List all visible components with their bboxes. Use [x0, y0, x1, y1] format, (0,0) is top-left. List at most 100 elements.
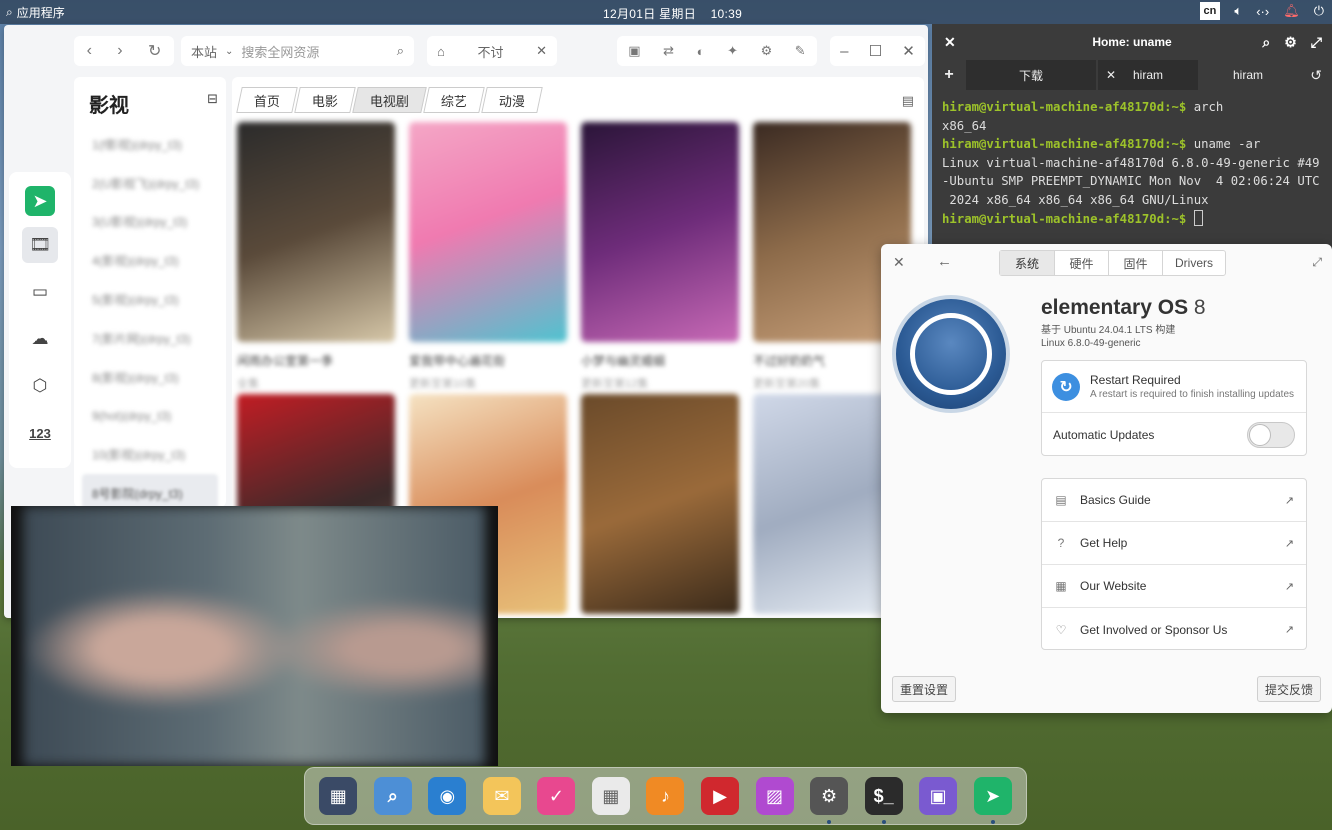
automatic-updates-row: Automatic Updates — [1042, 413, 1306, 457]
reload-icon[interactable]: ↻ — [148, 41, 161, 61]
cloud-icon[interactable]: ☁︎ — [22, 321, 58, 357]
tab-category[interactable]: 动漫 — [481, 87, 543, 113]
poster-image[interactable] — [237, 122, 395, 342]
web-browser-icon[interactable]: ◉ — [428, 777, 467, 815]
close-icon[interactable]: ✕ — [536, 43, 547, 59]
sidebar-item[interactable]: 7(影片网)(drpy_t3) — [82, 319, 218, 358]
trash-icon[interactable]: ⌂ — [437, 44, 445, 59]
sidebar-item[interactable]: 2(U影视飞)(drpy_t3) — [82, 164, 218, 203]
media-card[interactable]: 闲雨办公室第一季 全集 — [237, 122, 395, 394]
fullscreen-icon[interactable]: ⤢ — [1311, 34, 1322, 51]
back-icon[interactable]: ‹ — [87, 42, 92, 60]
sidebar-item[interactable]: 10(影视)(drpy_t3) — [82, 435, 218, 474]
notifications-icon[interactable]: 🔔︎ — [1283, 3, 1300, 19]
photos-icon[interactable]: ▨ — [755, 777, 794, 815]
close-icon[interactable]: ✕ — [1106, 68, 1116, 82]
tab-category[interactable]: 电影 — [294, 87, 356, 113]
search-bar[interactable]: 本站 ⌄ 搜索全网资源 ⌕ — [181, 36, 414, 66]
number-icon[interactable]: 123 — [22, 415, 58, 451]
send-feedback-button[interactable]: 提交反馈 — [1256, 676, 1321, 702]
link-label: Get Help — [1080, 536, 1128, 550]
tab-category[interactable]: 电视剧 — [352, 87, 427, 113]
sidebar-item[interactable]: 9(hot)(drpy_t3) — [82, 397, 218, 436]
terminal-icon[interactable]: $_ — [864, 777, 903, 824]
link-0[interactable]: ▤ Basics Guide ↗ — [1042, 479, 1306, 522]
tab-固件[interactable]: 固件 — [1108, 251, 1162, 275]
appcenter-icon[interactable]: ▣ — [919, 777, 958, 815]
sidebar-item[interactable]: 4(影视)(drpy_t3) — [82, 241, 218, 280]
link-2[interactable]: ▦ Our Website ↗ — [1042, 565, 1306, 608]
tvbox-icon[interactable]: ➤ — [973, 777, 1012, 824]
tab-硬件[interactable]: 硬件 — [1054, 251, 1108, 275]
restart-required[interactable]: ↻ Restart Required A restart is required… — [1042, 361, 1306, 413]
date-time[interactable]: 12月01日 星期日 10:39 — [603, 5, 742, 22]
settings-icon[interactable]: ⚙ — [761, 43, 773, 59]
history-icon[interactable]: ↺ — [1310, 67, 1322, 84]
music-icon[interactable]: ♪ — [646, 777, 685, 815]
close-icon[interactable]: ✕ — [893, 254, 905, 271]
applications-menu[interactable]: ⌕ 应用程序 — [0, 4, 65, 21]
automatic-updates-toggle[interactable] — [1247, 422, 1295, 448]
power-icon[interactable]: ⏻ — [1314, 3, 1324, 19]
maximize-icon[interactable]: ⤢ — [1312, 255, 1322, 270]
translate-icon[interactable]: ⇄ — [663, 43, 674, 59]
film-icon[interactable]: 🎞︎ — [22, 227, 58, 263]
tv-icon[interactable]: ▭ — [22, 274, 58, 310]
history-tab[interactable]: ⌂ 不讨 ✕ — [427, 36, 557, 66]
media-card[interactable]: 爱我带中心遍花街 更新至第10集 — [409, 122, 567, 394]
theme-icon[interactable]: ◐ — [697, 44, 705, 59]
search-scope[interactable]: 本站 — [191, 42, 217, 61]
tab-hiram-1[interactable]: ✕ hiram — [1098, 60, 1198, 90]
sidebar-item[interactable]: 3(U影视)(drpy_t3) — [82, 203, 218, 242]
files-icon[interactable]: ⌕ — [373, 777, 412, 815]
tab-downloads[interactable]: 下载 — [966, 60, 1096, 90]
videos-icon[interactable]: ▶ — [700, 777, 739, 815]
chevron-down-icon[interactable]: ⌄ — [225, 46, 233, 57]
keyboard-layout-indicator[interactable]: cn — [1199, 2, 1221, 20]
poster-image[interactable] — [409, 122, 567, 342]
back-arrow-icon[interactable]: ← — [937, 253, 952, 270]
help-icon: ? — [1057, 536, 1065, 550]
extension-icon[interactable]: ✦ — [727, 43, 738, 59]
gear-icon[interactable]: ⚙ — [1284, 34, 1297, 51]
search-icon[interactable]: ⌕ — [1262, 34, 1270, 51]
search-input[interactable]: 搜索全网资源 — [241, 42, 388, 61]
media-card[interactable] — [581, 394, 739, 617]
poster-image[interactable] — [581, 122, 739, 342]
poster-image[interactable] — [581, 394, 739, 614]
multitasking-view-icon[interactable]: ▦ — [319, 777, 358, 815]
system-settings-icon[interactable]: ⚙ — [810, 777, 849, 824]
video-player[interactable] — [11, 506, 498, 766]
history-icon[interactable]: ⊟ — [207, 91, 218, 107]
link-3[interactable]: ♡ Get Involved or Sponsor Us ↗ — [1042, 608, 1306, 651]
maximize-icon[interactable]: ☐ — [869, 42, 882, 60]
tasks-icon[interactable]: ✓ — [537, 777, 576, 815]
forward-icon[interactable]: › — [117, 42, 122, 60]
close-icon[interactable]: ✕ — [902, 42, 915, 60]
tab-label: 电影 — [312, 93, 339, 109]
new-tab-icon[interactable]: + — [932, 66, 966, 84]
minimize-icon[interactable]: – — [840, 43, 848, 60]
search-icon[interactable]: ⌕ — [397, 43, 404, 59]
scan-icon[interactable]: ⬡ — [22, 368, 58, 404]
sidebar-item[interactable]: 1(f影视)(drpy_t3) — [82, 125, 218, 164]
reset-settings-button[interactable]: 重置设置 — [892, 676, 957, 702]
sidebar-item[interactable]: 5(影视)(drpy_t3) — [82, 280, 218, 319]
media-card[interactable]: 小梦与幽灵婚姻 更新至第12集 — [581, 122, 739, 394]
tab-category[interactable]: 综艺 — [423, 87, 485, 113]
layout-icon[interactable]: ▤ — [902, 93, 914, 109]
pin-icon[interactable]: ✎ — [795, 43, 806, 59]
terminal-output[interactable]: hiram@virtual-machine-af48170d:~$ arch x8… — [932, 90, 1332, 236]
tab-系统[interactable]: 系统 — [1000, 251, 1054, 275]
bag-icon[interactable]: ▣ — [628, 43, 640, 59]
tab-category[interactable]: 首页 — [236, 87, 298, 113]
mail-icon[interactable]: ✉ — [482, 777, 521, 815]
close-icon[interactable]: ✕ — [944, 34, 956, 51]
tab-drivers[interactable]: Drivers — [1162, 251, 1225, 275]
network-icon[interactable]: ‹·› — [1256, 4, 1269, 19]
calendar-icon[interactable]: ▦ — [591, 777, 630, 815]
link-1[interactable]: ? Get Help ↗ — [1042, 522, 1306, 565]
tab-hiram-2[interactable]: hiram — [1198, 60, 1298, 90]
volume-icon[interactable]: 🔈︎ — [1234, 3, 1242, 19]
sidebar-item[interactable]: 8(影视)(drpy_t3) — [82, 358, 218, 397]
